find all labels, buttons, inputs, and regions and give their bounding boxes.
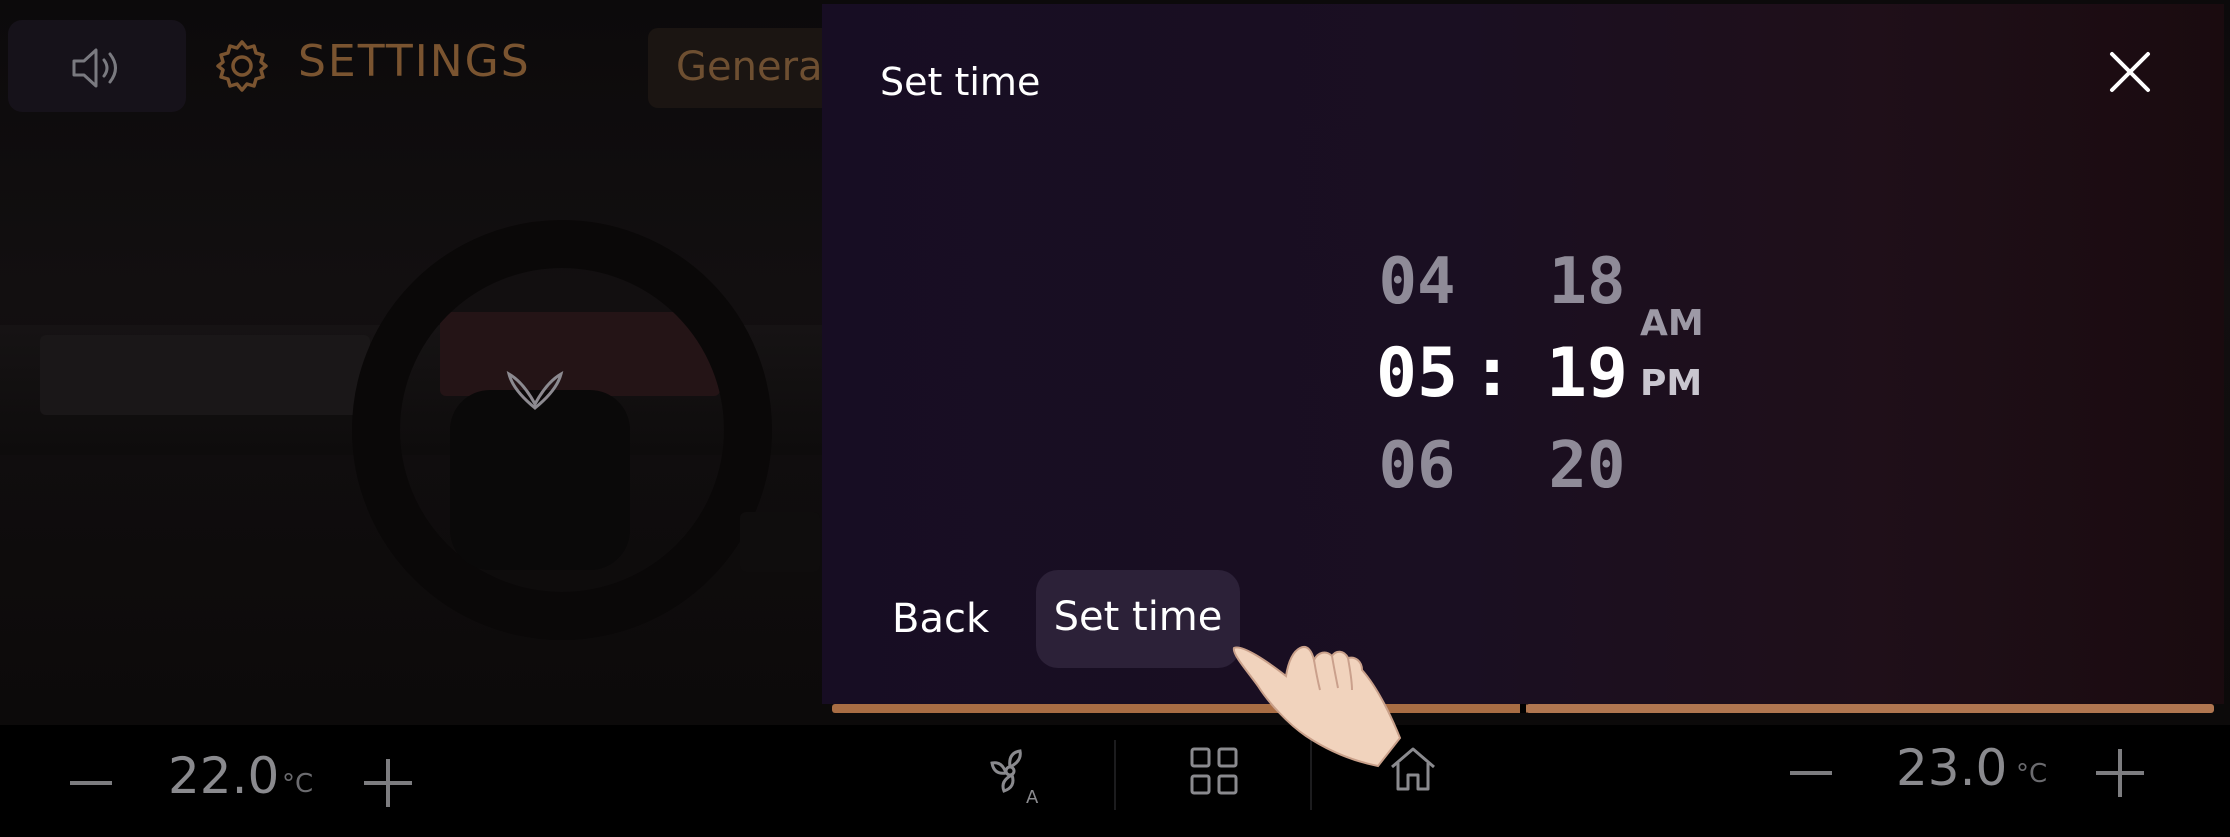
close-icon bbox=[2110, 52, 2150, 92]
close-button[interactable] bbox=[2098, 40, 2162, 104]
page-title: SETTINGS bbox=[298, 36, 531, 87]
car-interior-image bbox=[0, 140, 830, 720]
minute-option[interactable]: 20 bbox=[1512, 420, 1662, 512]
tab-general-label: General bbox=[676, 44, 834, 90]
hour-selected[interactable]: 05 bbox=[1342, 328, 1492, 420]
hour-picker[interactable]: 04 05 06 bbox=[1342, 236, 1492, 512]
volume-button[interactable] bbox=[8, 20, 186, 112]
brand-logo-icon bbox=[506, 370, 564, 410]
pm-option[interactable]: PM bbox=[1640, 354, 1704, 414]
fan-auto-icon[interactable]: A bbox=[986, 745, 1044, 807]
divider bbox=[1114, 740, 1116, 810]
hour-option[interactable]: 04 bbox=[1342, 236, 1492, 328]
svg-text:A: A bbox=[1026, 787, 1039, 807]
right-temp-value: 23.0 bbox=[1896, 739, 2008, 797]
steering-hub-shape bbox=[450, 390, 630, 570]
right-temp-decrease-button[interactable] bbox=[1790, 771, 1832, 775]
gear-icon bbox=[216, 40, 268, 92]
am-option[interactable]: AM bbox=[1640, 294, 1704, 354]
set-time-dialog: Set time 04 05 06 : 18 19 20 AM PM Back … bbox=[822, 4, 2224, 713]
plus-icon-v bbox=[386, 759, 390, 807]
accent-line-right bbox=[1526, 704, 2214, 713]
set-time-button[interactable]: Set time bbox=[1036, 570, 1240, 668]
set-time-button-label: Set time bbox=[1053, 594, 1223, 640]
plus-icon-v bbox=[2118, 749, 2122, 797]
dialog-title: Set time bbox=[880, 60, 1041, 104]
left-temp-value: 22.0 bbox=[168, 747, 280, 805]
back-button[interactable]: Back bbox=[892, 596, 989, 642]
right-temp-unit: °C bbox=[2016, 759, 2048, 789]
infotainment-screen-shape bbox=[40, 335, 370, 415]
climate-bar: 22.0 °C A 23.0 °C bbox=[0, 725, 2230, 837]
left-temp-decrease-button[interactable] bbox=[70, 781, 112, 785]
pointing-hand-icon bbox=[1232, 646, 1402, 768]
speaker-icon bbox=[72, 48, 117, 88]
time-separator: : bbox=[1479, 337, 1505, 411]
left-temp-unit: °C bbox=[282, 769, 314, 799]
hour-option[interactable]: 06 bbox=[1342, 420, 1492, 512]
center-console-shape bbox=[740, 512, 820, 572]
ampm-picker[interactable]: AM PM bbox=[1640, 294, 1704, 414]
